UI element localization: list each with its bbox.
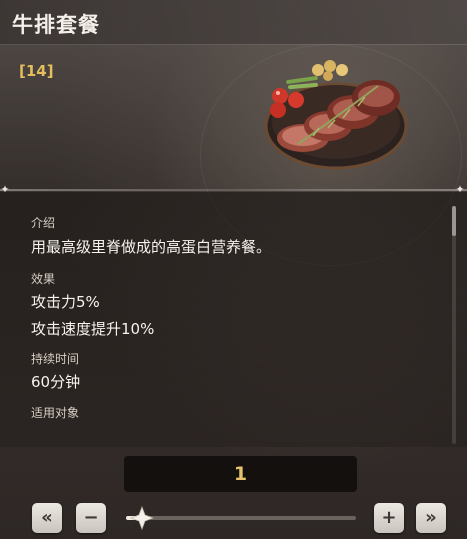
- item-title: 牛排套餐: [12, 13, 100, 37]
- target-label: 适用对象: [31, 406, 80, 420]
- steak-meal-image: [264, 60, 408, 170]
- intro-label: 介绍: [31, 216, 56, 230]
- header-divider: [0, 189, 467, 191]
- min-quantity-button[interactable]: «: [32, 503, 62, 533]
- double-right-icon: »: [425, 507, 437, 528]
- diamond-thumb-icon[interactable]: [130, 506, 154, 530]
- increase-button[interactable]: +: [374, 503, 404, 533]
- quantity-slider[interactable]: [126, 516, 356, 520]
- quantity-display: 1: [124, 456, 357, 492]
- title-bar: 牛排套餐: [0, 0, 467, 45]
- decrease-button[interactable]: −: [76, 503, 106, 533]
- effect-item: 攻击力5%: [31, 293, 100, 311]
- scrollbar-thumb[interactable]: [452, 206, 456, 236]
- item-level: [14]: [19, 62, 54, 80]
- max-quantity-button[interactable]: »: [416, 503, 446, 533]
- effect-label: 效果: [31, 272, 56, 286]
- duration-value: 60分钟: [31, 373, 81, 391]
- plus-icon: +: [381, 507, 397, 528]
- minus-icon: −: [83, 507, 99, 528]
- effect-item: 攻击速度提升10%: [31, 320, 155, 338]
- item-detail-panel: 牛排套餐 [14] ✦ ✦ 介绍 用最高级里脊做成的高蛋白营养餐。 效果 攻击力…: [0, 0, 467, 539]
- intro-text: 用最高级里脊做成的高蛋白营养餐。: [31, 238, 272, 256]
- double-left-icon: «: [41, 507, 53, 528]
- description-scrollbar[interactable]: [452, 206, 456, 444]
- duration-label: 持续时间: [31, 352, 80, 366]
